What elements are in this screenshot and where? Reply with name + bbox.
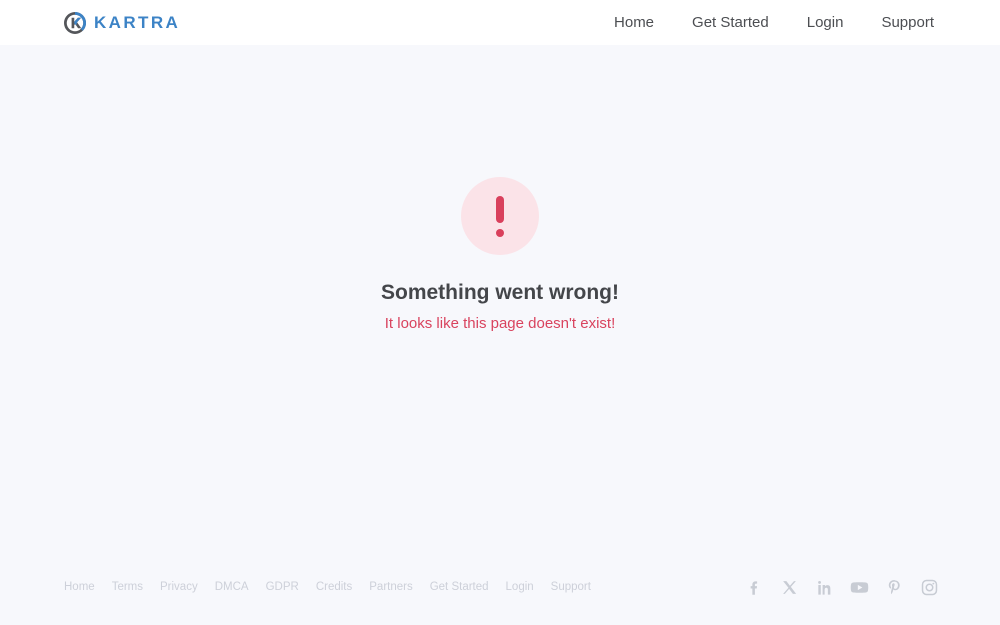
exclamation-bar (496, 195, 504, 223)
primary-nav: Home Get Started Login Support (614, 15, 934, 30)
brand-logo-link[interactable]: KARTRA (64, 11, 181, 34)
site-header: KARTRA Home Get Started Login Support (0, 0, 1000, 45)
linkedin-icon[interactable] (814, 577, 835, 598)
footer-link-privacy[interactable]: Privacy (160, 581, 198, 594)
x-twitter-icon[interactable] (779, 577, 800, 598)
facebook-icon[interactable] (744, 577, 765, 598)
exclamation-mark-icon (461, 177, 539, 255)
footer-link-gdpr[interactable]: GDPR (266, 581, 299, 594)
footer-link-home[interactable]: Home (64, 581, 95, 594)
footer-link-partners[interactable]: Partners (369, 581, 412, 594)
youtube-icon[interactable] (849, 577, 870, 598)
exclamation-dot (496, 228, 504, 237)
footer-link-terms[interactable]: Terms (112, 581, 143, 594)
error-page-content: Something went wrong! It looks like this… (0, 45, 1000, 550)
footer-links: Home Terms Privacy DMCA GDPR Credits Par… (64, 581, 591, 594)
footer-link-dmca[interactable]: DMCA (215, 581, 249, 594)
footer-link-login[interactable]: Login (506, 581, 534, 594)
social-links (744, 577, 940, 598)
error-title: Something went wrong! (381, 281, 619, 304)
nav-item-get-started[interactable]: Get Started (692, 15, 769, 30)
brand-wordmark: KARTRA (94, 13, 181, 32)
error-subtitle: It looks like this page doesn't exist! (384, 315, 616, 332)
nav-item-home[interactable]: Home (614, 15, 654, 30)
footer-link-credits[interactable]: Credits (316, 581, 352, 594)
footer-link-support[interactable]: Support (551, 581, 591, 594)
kartra-k-circle-icon (64, 11, 86, 34)
site-footer: Home Terms Privacy DMCA GDPR Credits Par… (0, 550, 1000, 625)
pinterest-icon[interactable] (884, 577, 905, 598)
nav-item-login[interactable]: Login (807, 15, 844, 30)
footer-link-get-started[interactable]: Get Started (430, 581, 489, 594)
nav-item-support[interactable]: Support (881, 15, 934, 30)
instagram-icon[interactable] (919, 577, 940, 598)
